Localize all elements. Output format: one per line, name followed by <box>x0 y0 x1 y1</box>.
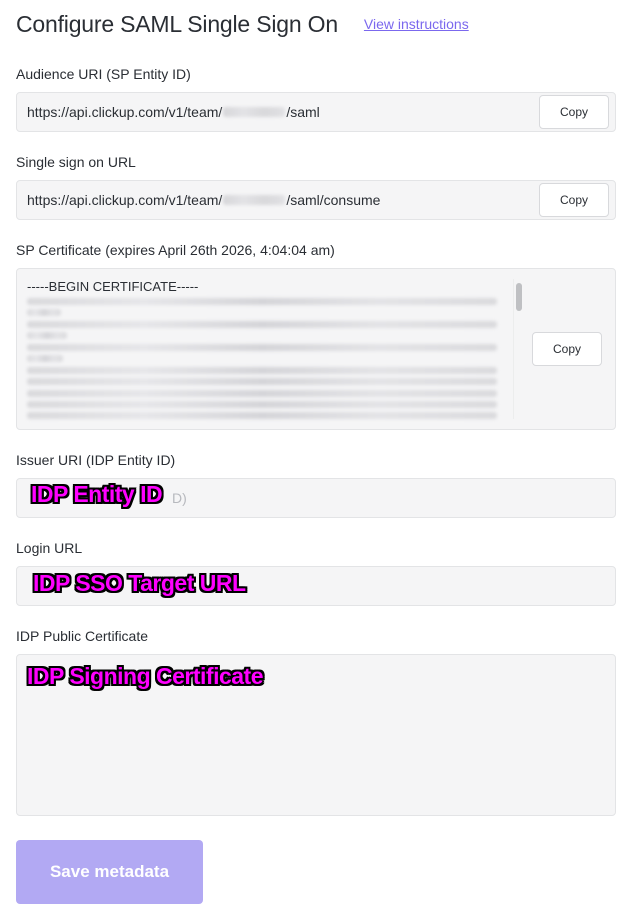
redacted-certificate-line <box>27 378 497 385</box>
copy-sso-url-button[interactable]: Copy <box>539 183 609 217</box>
redacted-certificate-line <box>27 332 67 339</box>
redacted-certificate-line <box>27 412 497 419</box>
sso-url-label: Single sign on URL <box>16 154 136 170</box>
sso-url-suffix: /saml/consume <box>286 192 381 208</box>
save-metadata-button[interactable]: Save metadata <box>16 840 203 904</box>
login-overlay-annotation: IDP SSO Target URL <box>33 570 246 596</box>
view-instructions-link[interactable]: View instructions <box>364 16 469 32</box>
issuer-overlay-annotation: IDP Entity ID <box>31 481 163 507</box>
issuer-uri-placeholder: D) <box>172 490 187 506</box>
redacted-certificate-line <box>27 401 497 408</box>
idp-certificate-label: IDP Public Certificate <box>16 628 149 644</box>
redacted-team-id <box>223 195 286 205</box>
redacted-certificate-line <box>27 344 497 351</box>
sso-url-value: https://api.clickup.com/v1/team/ /saml/co… <box>27 192 380 208</box>
redacted-certificate-line <box>27 367 497 374</box>
sso-url-prefix: https://api.clickup.com/v1/team/ <box>27 192 223 208</box>
scrollbar-thumb[interactable] <box>516 283 522 311</box>
login-url-label: Login URL <box>16 540 83 556</box>
audience-uri-field[interactable]: https://api.clickup.com/v1/team/ /saml Co… <box>16 92 616 132</box>
page-title: Configure SAML Single Sign On <box>16 10 338 37</box>
redacted-certificate-line <box>27 321 497 328</box>
redacted-certificate-line <box>27 309 61 316</box>
audience-uri-value: https://api.clickup.com/v1/team/ /saml <box>27 104 320 120</box>
certificate-scrollbar[interactable] <box>513 279 523 419</box>
redacted-certificate-line <box>27 390 497 397</box>
copy-audience-uri-button[interactable]: Copy <box>539 95 609 129</box>
header: Configure SAML Single Sign On View instr… <box>16 8 469 40</box>
copy-sp-certificate-button[interactable]: Copy <box>532 332 602 366</box>
saml-config-page: Configure SAML Single Sign On View instr… <box>0 0 633 923</box>
audience-uri-suffix: /saml <box>286 104 320 120</box>
audience-uri-label: Audience URI (SP Entity ID) <box>16 66 191 82</box>
redacted-certificate-line <box>27 298 497 305</box>
idp-certificate-overlay-annotation: IDP Signing Certificate <box>27 663 264 689</box>
redacted-certificate-line <box>27 355 63 362</box>
sp-certificate-field[interactable]: -----BEGIN CERTIFICATE----- Copy <box>16 268 616 430</box>
certificate-begin-line: -----BEGIN CERTIFICATE----- <box>27 279 199 294</box>
sso-url-field[interactable]: https://api.clickup.com/v1/team/ /saml/co… <box>16 180 616 220</box>
issuer-uri-label: Issuer URI (IDP Entity ID) <box>16 452 176 468</box>
audience-uri-prefix: https://api.clickup.com/v1/team/ <box>27 104 223 120</box>
sp-certificate-label: SP Certificate (expires April 26th 2026,… <box>16 242 335 258</box>
redacted-team-id <box>223 107 286 117</box>
